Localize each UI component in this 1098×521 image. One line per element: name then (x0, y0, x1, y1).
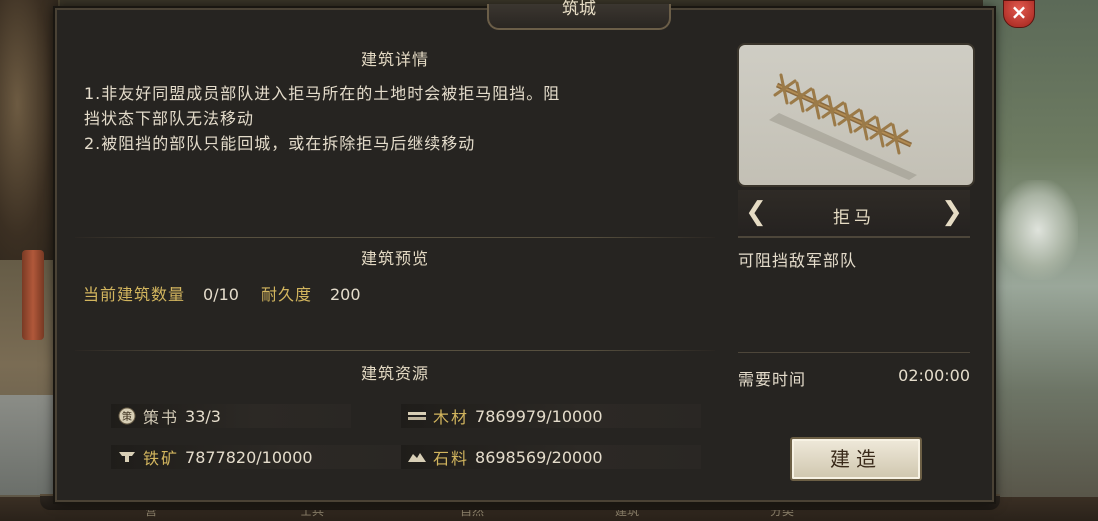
count-label: 当前建筑数量 (83, 285, 186, 304)
chevron-right-icon[interactable]: ❯ (940, 198, 964, 228)
left-area: 建筑详情 1.非友好同盟成员部队进入拒马所在的土地时会被拒马阻挡。阻 挡状态下部… (75, 37, 715, 492)
preview-heading: 建筑预览 (360, 249, 429, 268)
building-name: 拒马 (833, 208, 875, 228)
details-line: 挡状态下部队无法移动 (84, 109, 255, 128)
details-line: 1.非友好同盟成员部队进入拒马所在的土地时会被拒马阻挡。阻 (84, 84, 561, 103)
durability-value: 200 (329, 285, 361, 304)
resource-name: 铁矿 (143, 449, 180, 468)
time-value: 02:00:00 (898, 366, 970, 385)
divider (75, 350, 715, 351)
svg-text:策: 策 (122, 410, 132, 423)
build-button[interactable]: 建造 (790, 437, 922, 481)
strategy-book-icon: 策 (117, 406, 137, 426)
general-portrait (0, 0, 58, 260)
resource-value: 7869979/10000 (475, 406, 603, 426)
divider (738, 352, 970, 353)
resource-value: 33/3 (185, 406, 221, 426)
resource-stone: 石料 8698569/20000 (401, 445, 701, 469)
resource-name: 策书 (143, 408, 180, 427)
resource-wood: 木材 7869979/10000 (401, 404, 701, 428)
scroll-decoration (22, 250, 44, 340)
iron-icon (117, 447, 137, 467)
build-dialog: 筑城 × 建筑详情 1.非友好同盟成员部队进入拒马所在的土地时会被拒马阻挡。阻 … (55, 0, 1035, 502)
close-icon[interactable]: × (1003, 0, 1035, 28)
dialog-title: 筑城 (487, 1, 671, 30)
details-description: 1.非友好同盟成员部队进入拒马所在的土地时会被拒马阻挡。阻 挡状态下部队无法移动… (84, 81, 704, 156)
map-terrain (998, 180, 1078, 280)
resources-heading: 建筑资源 (360, 364, 429, 383)
background-map-left (0, 395, 60, 495)
wood-icon (407, 406, 427, 426)
divider (75, 237, 715, 238)
time-label: 需要时间 (738, 370, 807, 389)
resource-value: 7877820/10000 (185, 447, 313, 467)
resource-iron: 铁矿 7877820/10000 (111, 445, 401, 469)
resource-name: 石料 (433, 449, 470, 468)
building-preview-image (737, 43, 975, 187)
details-heading: 建筑详情 (360, 50, 429, 69)
resource-name: 木材 (433, 408, 470, 427)
right-column: ❮ 拒马 ❯ 可阻挡敌军部队 需要时间 02:00:00 建造 (732, 40, 975, 495)
resource-strategy-book: 策 策书 33/3 (111, 404, 351, 428)
building-stats: 当前建筑数量 0/10 耐久度 200 (83, 281, 383, 305)
resource-value: 8698569/20000 (475, 447, 603, 467)
durability-label: 耐久度 (260, 285, 312, 304)
count-value: 0/10 (203, 285, 239, 304)
stone-icon (407, 447, 427, 467)
building-selector: ❮ 拒马 ❯ (738, 190, 970, 238)
details-line: 2.被阻挡的部队只能回城，或在拆除拒马后继续移动 (84, 134, 476, 153)
building-description: 可阻挡敌军部队 (738, 251, 858, 270)
